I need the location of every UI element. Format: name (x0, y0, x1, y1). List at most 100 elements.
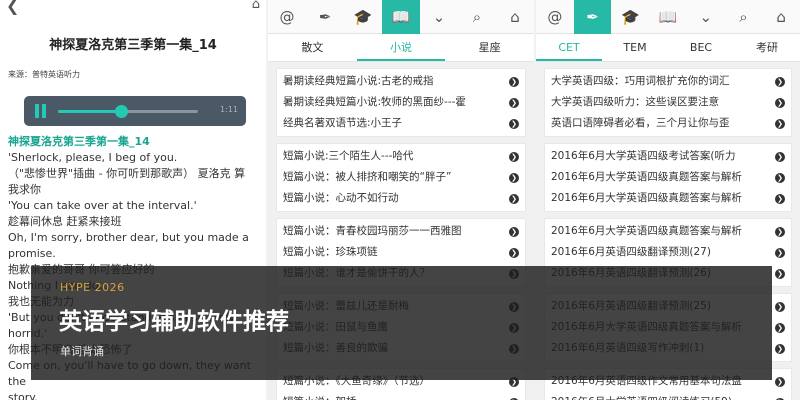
search-icon[interactable]: ⌕ (725, 0, 763, 34)
list-item[interactable]: 英语口语障碍者必看，三个月让你与歪 ❯ (551, 113, 785, 134)
list-item[interactable]: 大学英语四级：巧用词根扩充你的词汇 ❯ (551, 71, 785, 92)
list-item-title: 短篇小说：心动不如行动 (283, 192, 399, 204)
chevron-right-icon: ❯ (775, 268, 785, 279)
list-item[interactable]: 2016年6月大学英语四级阅读练习(59)❯ (551, 392, 785, 400)
list-item[interactable]: 2016年6月大学英语四级真题答案与解析 ❯ (551, 188, 785, 209)
progress-fill (58, 110, 121, 113)
list-item-title: 经典名著双语节选:小王子 (283, 117, 403, 129)
chevron-right-icon: ❯ (775, 247, 785, 258)
list-item-title: 短篇小说：珍珠项链 (283, 246, 378, 258)
list-item[interactable]: 2016年6月大学英语四级考试答案(听力 ❯ (551, 146, 785, 167)
top-nav-bar: @ ✒ 🎓 📖 ⌄ ⌕ ⌂ (268, 0, 534, 34)
tab-0[interactable]: CET (536, 34, 602, 61)
lyrics-line: story. (8, 391, 38, 400)
progress-track[interactable] (58, 105, 198, 118)
tab-2[interactable]: BEC (668, 34, 734, 61)
home-icon[interactable]: ⌂ (762, 0, 800, 34)
lyrics-title: 神探夏洛克第三季第一集_14 (8, 135, 150, 148)
chevron-right-icon: ❯ (509, 118, 519, 129)
chevron-right-icon: ❯ (775, 301, 785, 312)
book-icon[interactable]: 📖 (382, 0, 420, 34)
overlay-title: 英语学习辅助软件推荐 (59, 309, 289, 335)
list-item[interactable]: 短篇小说：心动不如行动 ❯ (283, 188, 519, 209)
graduation-cap-icon[interactable]: 🎓 (611, 0, 649, 34)
article-title: 神探夏洛克第三季第一集_14 (49, 38, 217, 53)
list-item[interactable]: 2016年6月大学英语四级真题答案与解析 ❯ (551, 167, 785, 188)
list-card: 短篇小说:三个陌生人---哈代 ❯ 短篇小说：被人排挤和嘲笑的“胖子” ❯ 短篇小说：心… (276, 143, 526, 212)
at-icon[interactable]: @ (268, 0, 306, 34)
chevron-right-icon: ❯ (775, 193, 785, 204)
list-item-title: 2016年6月大学英语四级考试答案(听力 (551, 150, 736, 162)
list-item[interactable]: 2016年6月大学英语四级真题答案与解析 ❯ (551, 221, 785, 242)
back-icon[interactable]: ❮ (6, 0, 19, 15)
chevron-right-icon: ❯ (509, 226, 519, 237)
list-item[interactable]: 暑期读经典短篇小说:牧师的黑面纱---霍 ❯ (283, 92, 519, 113)
list-item-title: 短篇小说：被人排挤和嘲笑的“胖子” (283, 171, 452, 183)
list-item[interactable]: 短篇小说:三个陌生人---哈代 ❯ (283, 146, 519, 167)
chevron-right-icon: ❯ (509, 151, 519, 162)
quill-icon[interactable]: ✒ (306, 0, 344, 34)
list-item-title: 2016年6月大学英语四级阅读练习(59) (551, 392, 732, 400)
at-icon[interactable]: @ (536, 0, 574, 34)
list-item-title: 2016年6月大学英语四级真题答案与解析 (551, 225, 742, 237)
lyrics-line: Oh, I'm sorry, brother dear, but you mad… (8, 231, 249, 244)
top-nav-bar: @ ✒ 🎓 📖 ⌄ ⌕ ⌂ (536, 0, 800, 34)
article-source: 来源：普特英语听力 (8, 70, 80, 79)
tab-1[interactable]: TEM (602, 34, 668, 61)
tab-0[interactable]: 散文 (268, 34, 357, 61)
lyrics-line: （"悲惨世界"插曲 - 你可听到那歌声） 夏洛克 算 (8, 167, 246, 180)
chevron-right-icon: ❯ (775, 172, 785, 183)
list-item-title: 暑期读经典短篇小说:牧师的黑面纱---霍 (283, 96, 466, 108)
list-card: 暑期读经典短篇小说:古老的戒指 ❯ 暑期读经典短篇小说:牧师的黑面纱---霍 ❯ 经典名… (276, 68, 526, 137)
list-card: 2016年6月大学英语四级考试答案(听力 ❯ 2016年6月大学英语四级真题答案与解… (544, 143, 792, 212)
list-item-title: 暑期读经典短篇小说:古老的戒指 (283, 75, 434, 87)
lyrics-line: 我求你 (8, 183, 41, 196)
lyrics-line: promise. (8, 247, 56, 260)
list-item[interactable]: 短篇小说：青春校园玛丽莎一一西雅图 ❯ (283, 221, 519, 242)
list-item[interactable]: 短篇小说：架桥❯ (283, 392, 519, 400)
promo-overlay: HYPE 2026 英语学习辅助软件推荐 单词背诵 (31, 266, 772, 380)
list-item[interactable]: 大学英语四级听力：这些误区要注意 ❯ (551, 92, 785, 113)
list-item[interactable]: 暑期读经典短篇小说:古老的戒指 ❯ (283, 71, 519, 92)
chevron-right-icon: ❯ (775, 226, 785, 237)
list-item-title: 2016年6月英语四级翻译预测(27) (551, 246, 711, 258)
list-item[interactable]: 2016年6月英语四级翻译预测(27) ❯ (551, 242, 785, 263)
quill-icon[interactable]: ✒ (573, 0, 612, 34)
chevron-right-icon: ❯ (775, 76, 785, 87)
audio-player: 1:11 (24, 96, 246, 126)
chevron-right-icon: ❯ (775, 322, 785, 333)
overlay-subtitle: 单词背诵 (60, 345, 104, 358)
pause-icon[interactable] (34, 104, 48, 118)
list-item[interactable]: 短篇小说：被人排挤和嘲笑的“胖子” ❯ (283, 167, 519, 188)
graduation-cap-icon[interactable]: 🎓 (344, 0, 382, 34)
list-item-title: 英语口语障碍者必看，三个月让你与歪 (551, 117, 730, 129)
list-item-title: 短篇小说：青春校园玛丽莎一一西雅图 (283, 225, 462, 237)
chevron-right-icon: ❯ (775, 376, 785, 387)
chevron-right-icon: ❯ (775, 343, 785, 354)
progress-handle[interactable] (115, 105, 128, 118)
tab-3[interactable]: 考研 (734, 34, 800, 61)
list-item-title: 短篇小说：架桥 (283, 392, 357, 400)
list-item[interactable]: 经典名著双语节选:小王子 ❯ (283, 113, 519, 134)
book-icon[interactable]: 📖 (649, 0, 687, 34)
list-item-title: 短篇小说:三个陌生人---哈代 (283, 150, 414, 162)
overlay-tag: HYPE 2026 (60, 281, 125, 294)
lyrics-line: 趁幕间休息 赶紧来接班 (8, 215, 122, 228)
home-icon[interactable]: ⌂ (252, 0, 260, 12)
list-item-title: 大学英语四级：巧用词根扩充你的词汇 (551, 75, 730, 87)
chevron-down-icon[interactable]: ⌄ (420, 0, 458, 34)
list-item[interactable]: 短篇小说：珍珠项链 ❯ (283, 242, 519, 263)
list-item-title: 大学英语四级听力：这些误区要注意 (551, 96, 719, 108)
chevron-down-icon[interactable]: ⌄ (687, 0, 725, 34)
chevron-right-icon: ❯ (509, 193, 519, 204)
category-tabs: CET TEM BEC 考研 (536, 34, 800, 62)
chevron-right-icon: ❯ (509, 172, 519, 183)
chevron-right-icon: ❯ (509, 97, 519, 108)
article-header: ❮ ⌂ (0, 0, 266, 15)
home-icon[interactable]: ⌂ (496, 0, 534, 34)
search-icon[interactable]: ⌕ (458, 0, 496, 34)
tab-1[interactable]: 小说 (356, 34, 446, 61)
tab-2[interactable]: 星座 (445, 34, 534, 61)
list-item-title: 2016年6月大学英语四级真题答案与解析 (551, 171, 742, 183)
category-tabs: 散文 小说 星座 (268, 34, 534, 62)
